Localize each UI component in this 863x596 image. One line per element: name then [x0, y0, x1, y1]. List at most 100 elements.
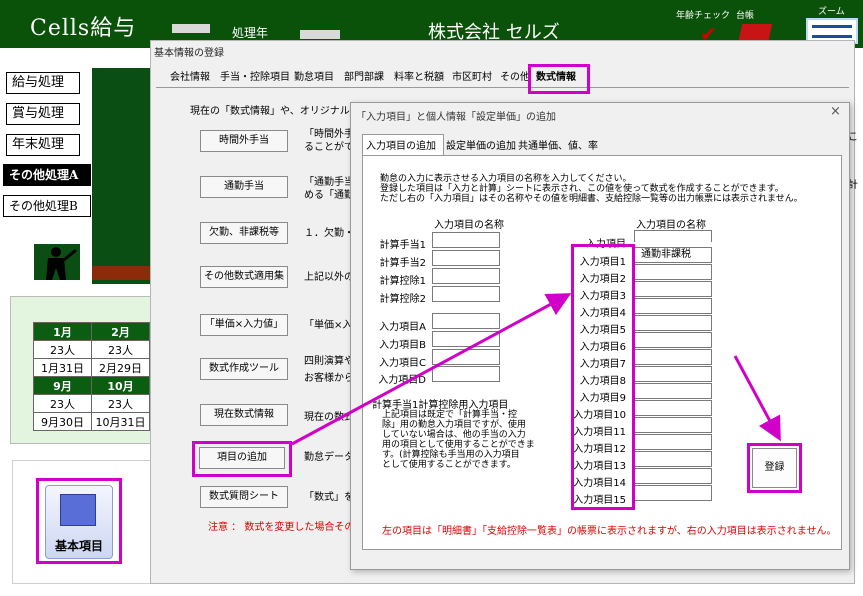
tab-other[interactable]: その他	[500, 68, 530, 88]
calc-section-heading: 計算手当1計算控除用入力項目	[372, 400, 509, 411]
commute-desc-1: 「通勤手当	[304, 177, 354, 188]
sidebar-item-year-end[interactable]: 年末処理	[6, 134, 80, 156]
field-label: 計算控除2	[379, 294, 426, 305]
input-item-9-input[interactable]	[634, 383, 712, 399]
formula-tool-button[interactable]: 数式作成ツール	[200, 358, 288, 380]
calendar-cell: 23人	[91, 340, 150, 359]
input-item-a-input[interactable]	[432, 313, 500, 329]
input-item-15-input[interactable]	[634, 485, 712, 501]
tab-add-unit-price[interactable]: 設定単価の追加	[446, 138, 516, 156]
tab-allowance-deduction[interactable]: 手当・控除項目	[220, 68, 290, 88]
tab-attendance[interactable]: 勤怠項目	[294, 68, 334, 88]
sidebar-item-other-b[interactable]: その他処理B	[3, 195, 91, 217]
calc-allowance-1-input[interactable]	[432, 232, 500, 248]
teacher-icon	[34, 244, 80, 280]
formula-question-button[interactable]: 数式質問シート	[200, 486, 288, 508]
overtime-desc-1: 「時間外手	[304, 129, 354, 140]
calendar-cell: 23人	[33, 394, 92, 413]
note-line: 除」用の勤怠入力項目ですが、使用	[382, 420, 526, 430]
calendar-cell: 1月31日	[33, 358, 92, 377]
warning-note: 注意 ： 数式を変更した場合その	[208, 522, 355, 533]
register-highlight	[747, 443, 802, 493]
current-formula-button[interactable]: 現在数式情報	[200, 404, 288, 426]
current-formula-desc: 現在の数式	[304, 412, 354, 423]
input-item-c-input[interactable]	[432, 349, 500, 365]
input-item-8-input[interactable]	[634, 366, 712, 382]
formula-tool-desc-2: お客様から	[304, 373, 354, 384]
input-item-d-input[interactable]	[432, 366, 500, 382]
field-label: 入力項目D	[378, 375, 426, 386]
field-label: 計算控除1	[379, 276, 426, 287]
calendar-cell: 1月	[33, 322, 92, 341]
ledger-label: 台帳	[736, 11, 755, 21]
absence-button[interactable]: 欠勤、非課税等	[200, 222, 288, 244]
tab-company-info[interactable]: 会社情報	[170, 68, 210, 88]
left-column-header: 入力項目の名称	[434, 220, 504, 231]
calendar-cell: 9月	[33, 376, 92, 395]
chalkboard-image	[92, 68, 152, 284]
input-item-5-input[interactable]	[634, 315, 712, 331]
sub-dialog-title: 「入力項目」と個人情報「設定単価」の追加	[356, 112, 556, 123]
input-item-7-input[interactable]	[634, 349, 712, 365]
tab-highlight	[528, 64, 590, 94]
note-line: す。(計算控除も手当用の入力項目	[382, 450, 520, 460]
field-label: 計算手当2	[379, 258, 426, 269]
input-item-11-input[interactable]	[634, 417, 712, 433]
calendar-cell: 2月	[91, 322, 150, 341]
tab-add-input-item[interactable]: 入力項目の追加	[366, 138, 436, 156]
basic-items-button[interactable]: 基本項目	[36, 478, 122, 564]
intro-text: 勤怠の入力に表示させる入力項目の名称を入力してください。 登録した項目は「入力と…	[380, 174, 803, 204]
field-label: 入力項目B	[379, 340, 426, 351]
unit-price-button[interactable]: 「単価×入力値」	[200, 314, 288, 336]
input-item-12-input[interactable]	[634, 434, 712, 450]
formula-tool-desc-1: 四則演算や	[304, 356, 354, 367]
input-item-header-input[interactable]	[634, 230, 712, 242]
sidebar-item-payroll[interactable]: 給与処理	[6, 72, 80, 94]
calendar-table: 1月 2月 23人 23人 1月31日 2月29日 9月 10月 23人 23人 9月30…	[33, 322, 150, 431]
other-formulas-desc: 上記以外の	[304, 272, 354, 283]
input-items-highlight	[571, 244, 635, 510]
intro-line: ただし右の「入力項目」はその名称やその値を明細書、支給控除一覧等の出力帳票には表…	[380, 194, 803, 204]
input-item-4-input[interactable]	[634, 298, 712, 314]
commute-button[interactable]: 通勤手当	[200, 176, 288, 198]
tab-departments[interactable]: 部門部課	[344, 68, 384, 88]
close-icon[interactable]: ×	[830, 104, 841, 119]
unit-price-desc: 「単価×入	[304, 320, 353, 331]
tab-rates-tax[interactable]: 料率と税額	[394, 68, 444, 88]
note-line: 用の項目として使用することができま	[382, 440, 535, 450]
input-item-2-input[interactable]	[634, 264, 712, 280]
note-line: 上記項目は既定で「計算手当・控	[382, 410, 518, 420]
input-item-13-input[interactable]	[634, 451, 712, 467]
app-title: Cells給与	[30, 16, 137, 41]
chalkboard-ledge	[92, 266, 152, 280]
input-item-b-input[interactable]	[432, 331, 500, 347]
overtime-button[interactable]: 時間外手当	[200, 130, 288, 152]
input-item-14-input[interactable]	[634, 468, 712, 484]
calendar-cell: 10月	[91, 376, 150, 395]
calendar-cell: 23人	[91, 394, 150, 413]
calc-deduction-1-input[interactable]	[432, 268, 500, 284]
calendar-cell: 10月31日	[91, 412, 150, 431]
intro-line: 勤怠の入力に表示させる入力項目の名称を入力してください。	[380, 174, 632, 184]
redacted-text	[300, 30, 340, 39]
calc-allowance-2-input[interactable]	[432, 250, 500, 266]
sidebar-item-bonus[interactable]: 賞与処理	[6, 103, 80, 125]
calendar-cell: 23人	[33, 340, 92, 359]
age-check-label: 年齢チェック	[676, 11, 731, 21]
input-item-10-input[interactable]	[634, 400, 712, 416]
absence-desc: １．欠勤・	[304, 228, 354, 239]
tab-municipalities[interactable]: 市区町村	[452, 68, 492, 88]
input-item-1-input[interactable]: 通勤非課税	[634, 247, 712, 263]
redacted-text	[172, 24, 210, 33]
sidebar-item-other-a[interactable]: その他処理A	[3, 164, 91, 186]
calc-section-note: 上記項目は既定で「計算手当・控 除」用の勤怠入力項目ですが、使用 していない場合…	[382, 410, 535, 470]
basic-items-label: 基本項目	[54, 539, 103, 553]
input-item-6-input[interactable]	[634, 332, 712, 348]
input-item-3-input[interactable]	[634, 281, 712, 297]
calendar-cell: 2月29日	[91, 358, 150, 377]
calc-deduction-2-input[interactable]	[432, 286, 500, 302]
other-formulas-button[interactable]: その他数式適用集	[200, 266, 288, 288]
dialog-title: 基本情報の登録	[154, 48, 224, 59]
field-label: 計算手当1	[379, 240, 426, 251]
tab-common-values[interactable]: 共通単価、値、率	[518, 138, 598, 156]
